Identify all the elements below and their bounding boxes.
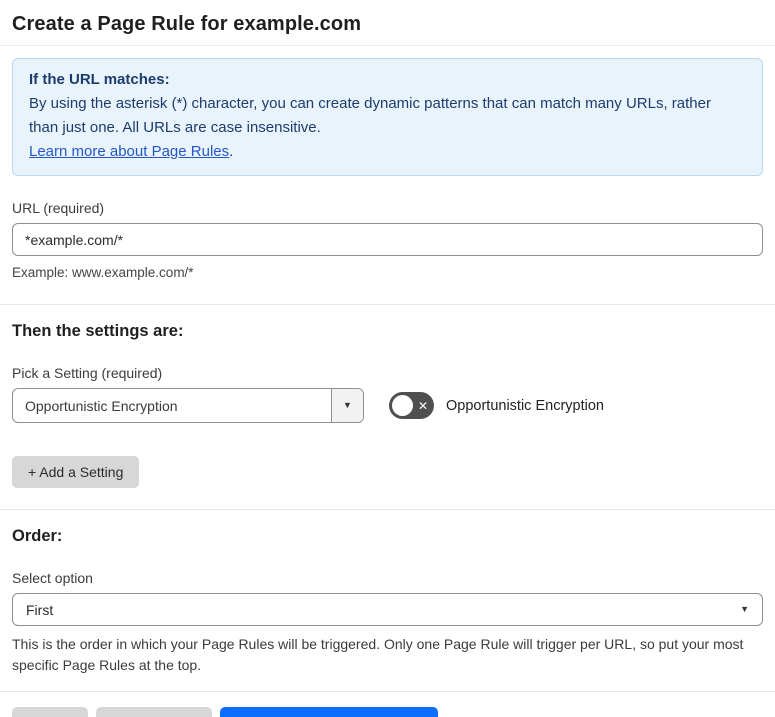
url-input[interactable] — [12, 223, 763, 256]
info-box-link-row: Learn more about Page Rules. — [29, 140, 746, 164]
save-as-draft-button[interactable]: Save as Draft — [95, 707, 213, 717]
order-section-divider — [0, 509, 775, 510]
url-match-info-box: If the URL matches: By using the asteris… — [12, 58, 763, 176]
settings-section-heading: Then the settings are: — [12, 322, 184, 340]
learn-more-link[interactable]: Learn more about Page Rules — [29, 143, 229, 160]
setting-select-value: Opportunistic Encryption — [25, 397, 178, 414]
link-suffix: . — [229, 143, 234, 160]
url-field-label: URL (required) — [12, 200, 105, 216]
info-box-body: By using the asterisk (*) character, you… — [29, 95, 711, 136]
setting-select-caret-button[interactable]: ▼ — [331, 389, 363, 422]
chevron-down-icon: ▼ — [343, 400, 352, 410]
cancel-button[interactable]: Cancel — [12, 707, 88, 717]
pick-setting-label: Pick a Setting (required) — [12, 365, 163, 381]
order-section-heading: Order: — [12, 527, 63, 545]
opportunistic-encryption-toggle[interactable]: ✕ — [389, 392, 434, 419]
setting-select[interactable]: Opportunistic Encryption ▼ — [12, 388, 364, 423]
opportunistic-encryption-toggle-wrap: ✕ Opportunistic Encryption — [389, 392, 604, 419]
toggle-label: Opportunistic Encryption — [446, 397, 604, 414]
order-select[interactable]: First ▼ — [12, 593, 763, 626]
footer-actions: Cancel Save as Draft Save and Deploy Pag… — [12, 707, 763, 717]
url-example-helper: Example: www.example.com/* — [12, 265, 194, 280]
setting-row: Opportunistic Encryption ▼ ✕ Opportunist… — [12, 388, 763, 423]
chevron-down-icon: ▼ — [740, 604, 749, 614]
add-setting-button[interactable]: + Add a Setting — [12, 456, 140, 488]
toggle-off-x-icon: ✕ — [417, 398, 428, 413]
order-select-value: First — [26, 601, 54, 618]
page-title: Create a Page Rule for example.com — [12, 13, 362, 35]
footer-divider — [0, 691, 775, 692]
info-box-heading: If the URL matches: — [29, 71, 170, 88]
toggle-knob — [392, 395, 413, 416]
order-select-label: Select option — [12, 570, 93, 586]
settings-section-divider — [0, 304, 775, 305]
save-and-deploy-button[interactable]: Save and Deploy Page Rule — [220, 707, 439, 717]
create-page-rule-form: Create a Page Rule for example.com If th… — [0, 0, 775, 717]
order-helper-text: This is the order in which your Page Rul… — [12, 636, 744, 673]
header-divider — [0, 45, 775, 46]
